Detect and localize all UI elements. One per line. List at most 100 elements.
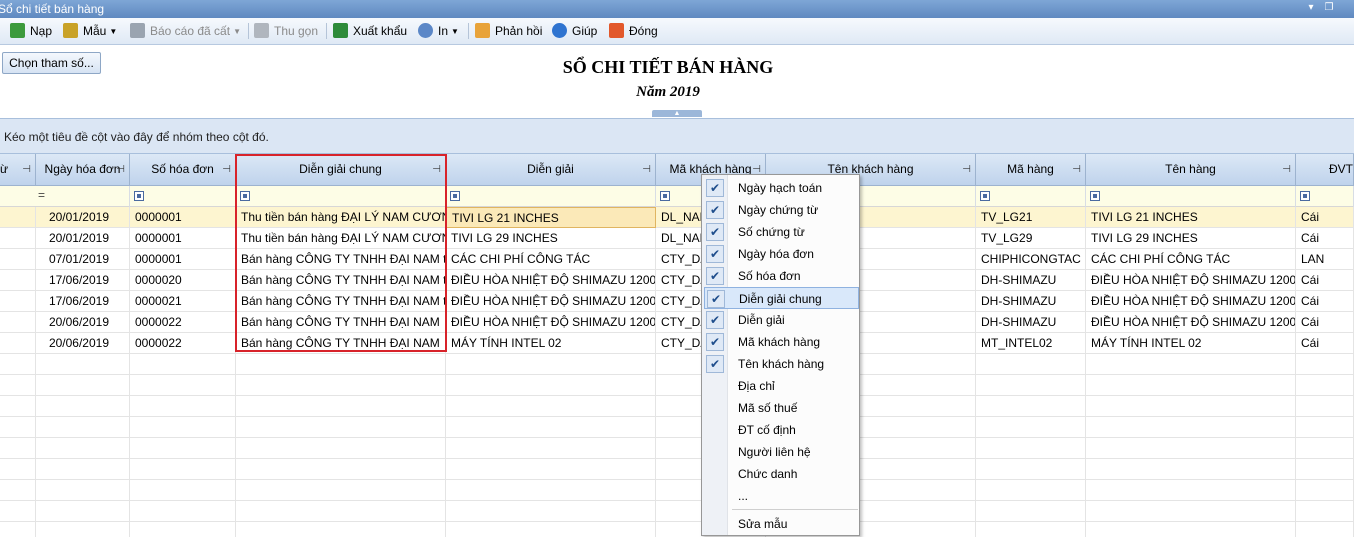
cell-index[interactable] <box>0 207 36 228</box>
column-toggle-menu-item[interactable]: ✔ Ngày hóa đơn <box>704 243 859 265</box>
restore-button[interactable]: ❐ <box>1322 1 1336 15</box>
cell-item-code[interactable]: DH-SHIMAZU <box>976 270 1086 291</box>
cell-item-code[interactable]: DH-SHIMAZU <box>976 312 1086 333</box>
table-row[interactable] <box>0 396 1354 417</box>
cell-unit[interactable]: Cái <box>1296 333 1354 354</box>
cell-invoice-number[interactable] <box>130 480 236 501</box>
cell-item-code[interactable] <box>976 375 1086 396</box>
cell-general-description[interactable] <box>236 396 446 417</box>
table-row[interactable]: 17/06/2019 0000021 Bán hàng CÔNG TY TNHH Đ… <box>0 291 1354 312</box>
cell-invoice-number[interactable]: 0000020 <box>130 270 236 291</box>
column-toggle-menu-item[interactable]: Người liên hệ <box>704 441 859 463</box>
cell-general-description[interactable] <box>236 375 446 396</box>
cell-item-name[interactable]: TIVI LG 21 INCHES <box>1086 207 1296 228</box>
column-toggle-menu-item[interactable]: ✔ Tên khách hàng <box>704 353 859 375</box>
cell-invoice-date[interactable] <box>36 501 130 522</box>
column-toggle-menu-item[interactable]: ... <box>704 485 859 507</box>
cell-description[interactable] <box>446 396 656 417</box>
cell-invoice-number[interactable] <box>130 438 236 459</box>
column-header[interactable]: ừ ⊣ <box>0 154 36 186</box>
cell-description[interactable] <box>446 438 656 459</box>
cell-invoice-number[interactable]: 0000001 <box>130 207 236 228</box>
filter-icon[interactable] <box>240 191 250 201</box>
cell-item-code[interactable] <box>976 522 1086 537</box>
cell-unit[interactable]: Cái <box>1296 207 1354 228</box>
cell-description[interactable] <box>446 354 656 375</box>
cell-invoice-date[interactable]: 20/01/2019 <box>36 207 130 228</box>
cell-invoice-number[interactable] <box>130 375 236 396</box>
cell-description[interactable] <box>446 375 656 396</box>
table-row[interactable] <box>0 354 1354 375</box>
cell-invoice-date[interactable] <box>36 438 130 459</box>
column-toggle-menu-item[interactable]: ✔ Số hóa đơn <box>704 265 859 287</box>
cell-general-description[interactable]: Bán hàng CÔNG TY TNHH ĐẠI NAM <box>236 333 446 354</box>
filter-cell[interactable] <box>976 186 1086 207</box>
column-header-unit[interactable]: ĐVT <box>1296 154 1354 186</box>
cell-invoice-date[interactable]: 17/06/2019 <box>36 291 130 312</box>
cell-invoice-date[interactable]: 20/06/2019 <box>36 312 130 333</box>
cell-item-code[interactable]: TV_LG21 <box>976 207 1086 228</box>
cell-general-description[interactable] <box>236 354 446 375</box>
cell-description[interactable] <box>446 459 656 480</box>
cell-invoice-date[interactable]: 07/01/2019 <box>36 249 130 270</box>
cell-description[interactable] <box>446 480 656 501</box>
cell-general-description[interactable]: Thu tiền bán hàng ĐẠI LÝ NAM CƯƠN <box>236 228 446 249</box>
cell-index[interactable] <box>0 375 36 396</box>
table-row[interactable]: 20/01/2019 0000001 Thu tiền bán hàng ĐẠI L… <box>0 228 1354 249</box>
table-row[interactable]: 20/06/2019 0000022 Bán hàng CÔNG TY TNHH Đ… <box>0 312 1354 333</box>
filter-cell[interactable] <box>130 186 236 207</box>
cell-general-description[interactable] <box>236 459 446 480</box>
cell-item-name[interactable]: ĐIỀU HÒA NHIỆT ĐỘ SHIMAZU 12000 <box>1086 312 1296 333</box>
cell-unit[interactable] <box>1296 522 1354 537</box>
cell-item-code[interactable] <box>976 354 1086 375</box>
cell-item-code[interactable] <box>976 480 1086 501</box>
cell-invoice-date[interactable]: 20/06/2019 <box>36 333 130 354</box>
cell-description[interactable] <box>446 501 656 522</box>
column-toggle-menu-item[interactable]: ✔ Mã khách hàng <box>704 331 859 353</box>
cell-index[interactable] <box>0 522 36 537</box>
cell-description[interactable]: ĐIỀU HÒA NHIỆT ĐỘ SHIMAZU 12000 <box>446 291 656 312</box>
cell-invoice-number[interactable] <box>130 459 236 480</box>
cell-invoice-number[interactable] <box>130 522 236 537</box>
column-toggle-menu-item[interactable]: ✔ Diễn giải <box>704 309 859 331</box>
cell-unit[interactable]: Cái <box>1296 228 1354 249</box>
filter-cell[interactable] <box>236 186 446 207</box>
cell-item-code[interactable] <box>976 438 1086 459</box>
cell-invoice-date[interactable] <box>36 417 130 438</box>
column-toggle-menu-item[interactable]: Địa chỉ <box>704 375 859 397</box>
cell-item-code[interactable] <box>976 501 1086 522</box>
cell-index[interactable] <box>0 312 36 333</box>
cell-general-description[interactable] <box>236 522 446 537</box>
cell-general-description[interactable]: Bán hàng CÔNG TY TNHH ĐẠI NAM <box>236 312 446 333</box>
column-header-invoice-date[interactable]: Ngày hóa đơn ⊣ <box>36 154 130 186</box>
cell-index[interactable] <box>0 270 36 291</box>
cell-description[interactable]: TIVI LG 21 INCHES <box>446 207 656 228</box>
cell-item-code[interactable]: TV_LG29 <box>976 228 1086 249</box>
cell-description[interactable]: MÁY TÍNH INTEL 02 <box>446 333 656 354</box>
cell-invoice-number[interactable] <box>130 396 236 417</box>
cell-invoice-number[interactable] <box>130 417 236 438</box>
cell-index[interactable] <box>0 459 36 480</box>
collapse-button[interactable]: Thu gọn <box>254 22 318 40</box>
cell-item-name[interactable] <box>1086 375 1296 396</box>
edit-template-menu-item[interactable]: Sửa mẫu <box>704 513 859 535</box>
cell-unit[interactable] <box>1296 459 1354 480</box>
filter-icon[interactable] <box>134 191 144 201</box>
cell-item-code[interactable] <box>976 459 1086 480</box>
cell-invoice-number[interactable]: 0000022 <box>130 333 236 354</box>
cell-unit[interactable] <box>1296 375 1354 396</box>
cell-description[interactable] <box>446 417 656 438</box>
cell-unit[interactable]: Cái <box>1296 291 1354 312</box>
cell-item-name[interactable]: ĐIỀU HÒA NHIỆT ĐỘ SHIMAZU 12000 <box>1086 270 1296 291</box>
cell-general-description[interactable] <box>236 417 446 438</box>
cell-index[interactable] <box>0 501 36 522</box>
filter-cell[interactable] <box>1086 186 1296 207</box>
cell-index[interactable] <box>0 438 36 459</box>
column-toggle-menu-item[interactable]: Mã số thuế <box>704 397 859 419</box>
cell-item-code[interactable] <box>976 396 1086 417</box>
table-row[interactable]: 07/01/2019 0000001 Bán hàng CÔNG TY TNHH Đ… <box>0 249 1354 270</box>
cell-unit[interactable] <box>1296 417 1354 438</box>
cell-unit[interactable] <box>1296 354 1354 375</box>
cell-description[interactable]: ĐIỀU HÒA NHIỆT ĐỘ SHIMAZU 12000 <box>446 270 656 291</box>
table-row[interactable] <box>0 501 1354 522</box>
